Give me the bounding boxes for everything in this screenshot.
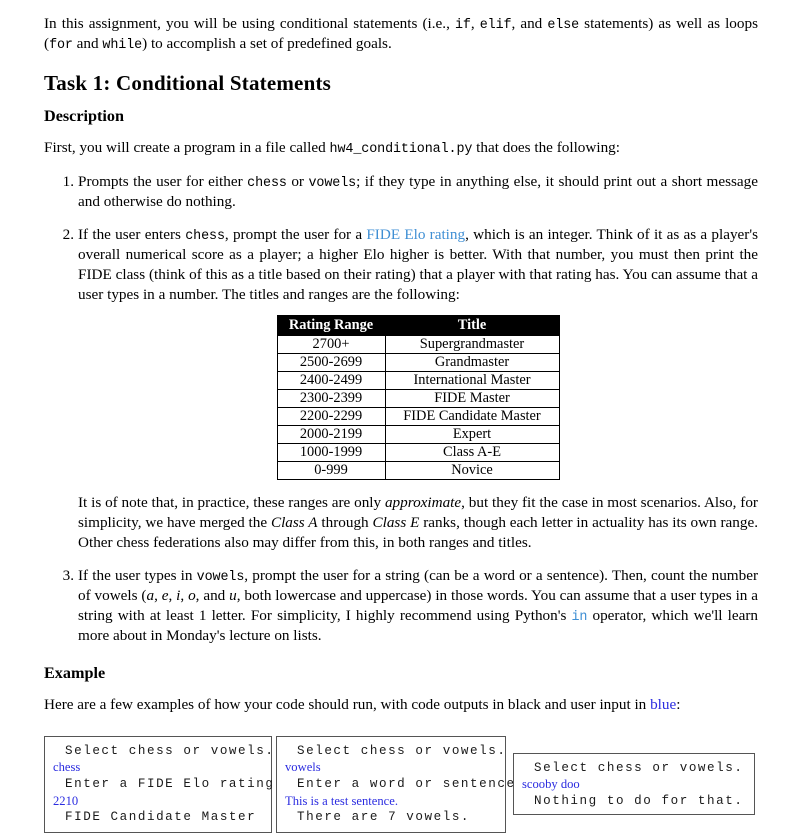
keyword-elif: elif (479, 18, 512, 33)
rating-table: Rating Range Title 2700+ Supergrandmaster… (276, 315, 560, 481)
console-line: FIDE Candidate Master (65, 810, 257, 825)
intro-text-1: In this assignment, you will be using co… (44, 15, 455, 32)
filename-code: hw4_conditional.py (329, 142, 473, 158)
example-boxes: Select chess or vowels. chess Enter a FI… (44, 728, 758, 838)
task-list: Prompts the user for either chess or vow… (44, 172, 758, 481)
console-line: Enter a FIDE Elo rating. (65, 777, 284, 792)
table-row: 2700+ Supergrandmaster (276, 335, 560, 355)
note-text-c: through (317, 514, 373, 532)
task-heading: Task 1: Conditional Statements (44, 70, 332, 95)
console-line-user-input: scooby doo (522, 777, 580, 792)
cell-title: FIDE Master (384, 389, 560, 409)
rating-table-wrapper: Rating Range Title 2700+ Supergrandmaster… (78, 315, 758, 481)
example-text-b: : (676, 696, 681, 714)
example-heading: Example (44, 664, 106, 683)
console-line: Select chess or vowels. (65, 743, 275, 758)
table-row: 2000-2199 Expert (276, 425, 560, 445)
keyword-while: while (102, 38, 143, 54)
console-line: Nothing to do for that. (534, 794, 744, 809)
keyword-chess: chess (185, 228, 225, 244)
cell-range: 2700+ (276, 335, 386, 355)
rating-table-body: 2700+ Supergrandmaster 2500-2699 Grandmast… (276, 335, 560, 481)
column-header-rating-range: Rating Range (276, 315, 386, 337)
cell-title: Grandmaster (384, 353, 560, 373)
intro-paragraph: In this assignment, you will be using co… (44, 14, 758, 55)
fide-elo-rating-link[interactable]: FIDE Elo rating (366, 226, 465, 243)
note-emphasis-class-e: Class E (372, 514, 420, 532)
table-row: 2300-2399 FIDE Master (276, 389, 560, 409)
vowel-e: e (161, 587, 169, 605)
cell-title: Novice (384, 461, 560, 481)
table-row: 2500-2699 Grandmaster (276, 353, 560, 373)
cell-range: 2400-2499 (276, 371, 386, 391)
vowel-i: i (176, 587, 181, 605)
console-line-user-input: vowels (285, 760, 321, 775)
keyword-else: else (547, 18, 580, 33)
ranges-note-paragraph: It is of note that, in practice, these r… (44, 493, 758, 552)
cell-title: International Master (384, 371, 560, 391)
keyword-vowels: vowels (196, 569, 245, 585)
list-item: If the user enters chess, prompt the use… (44, 225, 758, 481)
console-line-user-input: This is a test sentence. (285, 793, 398, 808)
keyword-in-link[interactable]: in (572, 610, 588, 625)
keyword-if: if (454, 18, 471, 33)
vowel-o: o (188, 587, 196, 605)
example-box-vowels: Select chess or vowels. vowels Enter a w… (276, 735, 525, 833)
description-heading: Description (44, 107, 125, 126)
console-line: Enter a word or sentence. (297, 777, 525, 792)
console-line: Select chess or vowels. (534, 760, 744, 775)
table-header-row: Rating Range Title (276, 315, 560, 337)
cell-range: 2300-2399 (276, 389, 386, 409)
cell-range: 2000-2199 (276, 425, 386, 445)
example-text-a: Here are a few examples of how your code… (44, 696, 651, 714)
keyword-chess: chess (247, 175, 287, 191)
item2-text-a: If the user enters (78, 225, 186, 243)
cell-title: Expert (384, 425, 560, 445)
item1-text-b: or (286, 172, 309, 190)
example-box-chess: Select chess or vowels. chess Enter a FI… (44, 735, 284, 833)
description-text-b: that does the following: (472, 139, 620, 157)
list-item: Prompts the user for either chess or vow… (44, 172, 758, 212)
cell-title: Class A-E (384, 443, 560, 463)
item1-text-a: Prompts the user for either (78, 172, 248, 190)
example-box-invalid: Select chess or vowels. scooby doo Nothi… (513, 752, 755, 815)
note-text-a: It is of note that, in practice, these r… (78, 494, 385, 512)
cell-range: 2200-2299 (276, 407, 386, 427)
cell-range: 0-999 (276, 461, 386, 481)
keyword-vowels: vowels (308, 175, 357, 191)
console-line: There are 7 vowels. (297, 810, 471, 825)
intro-sep-1: , (470, 15, 480, 32)
intro-sep-3: and (72, 35, 103, 53)
cell-title: FIDE Candidate Master (384, 407, 560, 427)
item3-text-a: If the user types in (78, 566, 197, 584)
description-text-a: First, you will create a program in a fi… (44, 139, 330, 157)
table-row: 1000-1999 Class A-E (276, 443, 560, 463)
cell-range: 2500-2699 (276, 353, 386, 373)
document-page: In this assignment, you will be using co… (0, 0, 802, 833)
note-emphasis-approximate: approximate (384, 494, 462, 512)
intro-sep-2: , and (511, 15, 548, 32)
list-item: If the user types in vowels, prompt the … (56, 566, 759, 645)
vowel-u: u (229, 587, 237, 605)
task-list-continued: If the user types in vowels, prompt the … (44, 566, 758, 646)
console-line: Select chess or vowels. (297, 743, 507, 758)
console-line-user-input: chess (53, 760, 81, 775)
column-header-title: Title (384, 315, 560, 337)
description-paragraph: First, you will create a program in a fi… (44, 138, 758, 158)
cell-title: Supergrandmaster (384, 335, 560, 355)
console-line-user-input: 2210 (53, 793, 79, 808)
example-blue-word: blue (650, 696, 677, 714)
example-intro-paragraph: Here are a few examples of how your code… (44, 695, 758, 715)
item2-text-b: , prompt the user for a (224, 225, 367, 243)
table-row: 2400-2499 International Master (276, 371, 560, 391)
keyword-for: for (49, 38, 73, 54)
table-row: 2200-2299 FIDE Candidate Master (276, 407, 560, 427)
vowel-a: a (146, 587, 155, 605)
cell-range: 1000-1999 (276, 443, 386, 463)
table-row: 0-999 Novice (276, 461, 560, 481)
intro-text-3: ) to accomplish a set of predefined goal… (142, 35, 392, 53)
note-emphasis-class-a: Class A (270, 514, 318, 532)
